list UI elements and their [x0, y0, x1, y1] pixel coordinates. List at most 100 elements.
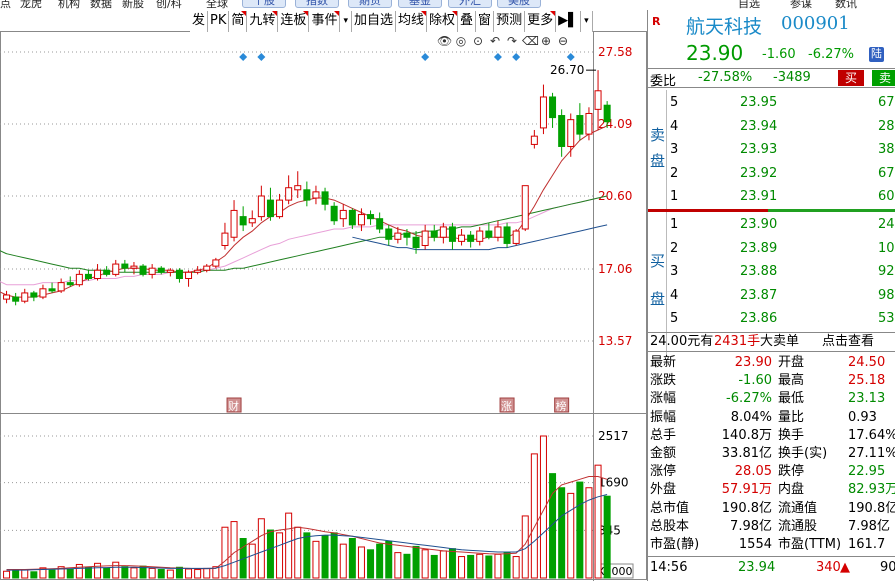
volume-bar — [276, 532, 284, 579]
toolbar-button[interactable]: 更多 — [525, 11, 557, 32]
asks-row[interactable]: 4 23.94 281 — [648, 118, 895, 136]
toolbar-button[interactable]: 叠 — [458, 11, 477, 32]
buy-button[interactable]: 买 — [838, 70, 864, 86]
toolbar-button[interactable]: 事件 — [309, 11, 341, 32]
volume-bar — [485, 555, 493, 579]
asks-row[interactable]: 3 23.93 383 — [648, 141, 895, 159]
bids-row[interactable]: 1 23.90 2424 — [648, 216, 895, 234]
candle-body — [485, 230, 493, 238]
toolbar-button[interactable]: 预测 — [494, 11, 526, 32]
toolbar-button[interactable]: 发 — [190, 11, 209, 32]
stat-label: 外盘 — [650, 482, 677, 498]
volume-bar — [266, 529, 274, 579]
bids-row[interactable]: 2 23.89 1084 — [648, 240, 895, 258]
candle-body — [558, 115, 566, 147]
candle-body — [467, 234, 475, 242]
stat-value: 17.64% — [848, 427, 895, 443]
asks-volume: 670 — [878, 95, 895, 110]
volume-bar — [339, 543, 347, 579]
bids-row[interactable]: 4 23.87 98 — [648, 287, 895, 305]
event-diamond-icon[interactable] — [512, 53, 521, 61]
candle-body — [339, 209, 347, 220]
undo-icon[interactable]: ↶ — [488, 34, 502, 48]
volume-bar — [103, 567, 111, 579]
eye-outline-icon[interactable]: ◎ — [454, 34, 468, 48]
volume-bar — [166, 569, 174, 579]
high-annotation: 26.70 — [550, 63, 584, 77]
event-diamond-icon[interactable] — [566, 53, 575, 61]
candle-body — [75, 273, 83, 286]
candle-body — [321, 191, 329, 205]
stat-value: 22.95 — [848, 464, 886, 480]
stat-label: 振幅 — [650, 409, 677, 425]
toolbar-button[interactable]: ▶▌ — [556, 11, 582, 32]
event-diamond-icon[interactable] — [239, 53, 248, 61]
top-nav-item[interactable]: 自选 — [738, 0, 760, 10]
stat-label: 最低 — [778, 391, 805, 407]
bids-level: 3 — [670, 264, 679, 280]
toolbar-button[interactable]: ▾ — [581, 11, 593, 32]
big-order-link[interactable]: 点击查看 — [822, 333, 874, 351]
asks-row[interactable]: 1 23.91 6059 — [648, 188, 895, 206]
event-diamond-icon[interactable] — [493, 53, 502, 61]
volume-bar — [303, 532, 311, 579]
candle-body — [412, 236, 420, 249]
candle-body — [130, 265, 138, 269]
candle-body — [348, 209, 356, 226]
volume-bar — [412, 545, 420, 579]
candle-body — [394, 232, 402, 240]
volume-bar — [558, 487, 566, 579]
bids-volume: 2424 — [878, 217, 895, 232]
candle-body — [303, 189, 311, 201]
toolbar-button[interactable]: 连板 — [278, 11, 310, 32]
event-diamond-icon[interactable] — [421, 53, 430, 61]
toolbar-button[interactable]: ▾ — [340, 11, 352, 32]
bids-row[interactable]: 3 23.88 929 — [648, 263, 895, 281]
bids-row[interactable]: 5 23.86 53 — [648, 310, 895, 328]
stats-row: 金额 33.81亿 换手(实) 27.11% — [648, 445, 895, 463]
candle-body — [585, 112, 593, 135]
redo-icon[interactable]: ↷ — [505, 34, 519, 48]
big-order-text: 大卖单 — [760, 334, 800, 349]
candle-body — [203, 265, 211, 271]
candle-body — [212, 259, 220, 267]
quote-panel: R 航天科技 000901 23.90 -1.60 -6.27% 陆 委比 -2… — [647, 10, 895, 581]
candle-body — [494, 226, 502, 238]
chart-toolbar: 发 PK 简九转 连板 事件 ▾ 加自选 均线 除权叠窗预测 更多 ▶▌ ▾ — [190, 11, 593, 32]
erase-icon[interactable]: ⌫ — [522, 34, 539, 48]
toolbar-button[interactable]: 窗 — [476, 11, 495, 32]
candle-body — [603, 104, 611, 123]
zoom-in-icon[interactable]: ⊕ — [539, 34, 553, 48]
asks-row[interactable]: 5 23.95 670 — [648, 94, 895, 112]
volume-bar — [312, 540, 320, 579]
eye-icon[interactable]: 👁 — [437, 34, 452, 48]
bids-price: 23.87 — [740, 287, 778, 303]
stock-name[interactable]: 航天科技 — [686, 12, 762, 39]
candle-body — [594, 90, 602, 110]
zoom-out-icon[interactable]: ⊖ — [556, 34, 570, 48]
top-nav-item[interactable]: 数讯 — [835, 0, 857, 10]
toolbar-button[interactable]: 均线 — [396, 11, 428, 32]
toolbar-button[interactable]: 九转 — [247, 11, 279, 32]
candle-body — [458, 234, 466, 242]
play-circle-icon[interactable]: ⊙ — [471, 34, 485, 48]
stat-label: 总市值 — [650, 500, 690, 516]
kline-chart[interactable]: 27.5824.0920.6017.0613.5725171690845X100… — [0, 0, 647, 581]
top-nav-item[interactable]: 参谋 — [790, 0, 812, 10]
candle-body — [276, 199, 284, 218]
stat-value: 8.04% — [730, 409, 772, 425]
candle-body — [257, 195, 265, 218]
bids-volume: 53 — [878, 311, 895, 327]
event-diamond-icon[interactable] — [257, 53, 266, 61]
stat-value: 25.18 — [848, 373, 886, 389]
stats-row: 振幅 8.04% 量比 0.93 — [648, 409, 895, 427]
toolbar-button[interactable]: 简 — [229, 11, 248, 32]
toolbar-button[interactable]: PK — [208, 11, 230, 32]
toolbar-button[interactable]: 除权 — [427, 11, 459, 32]
bids-price: 23.89 — [740, 240, 778, 256]
asks-row[interactable]: 2 23.92 671 — [648, 165, 895, 183]
stat-value: -6.27% — [726, 391, 772, 407]
sell-button[interactable]: 卖 — [872, 70, 895, 86]
stat-value: -1.60 — [738, 373, 772, 389]
toolbar-button[interactable]: 加自选 — [352, 11, 396, 32]
